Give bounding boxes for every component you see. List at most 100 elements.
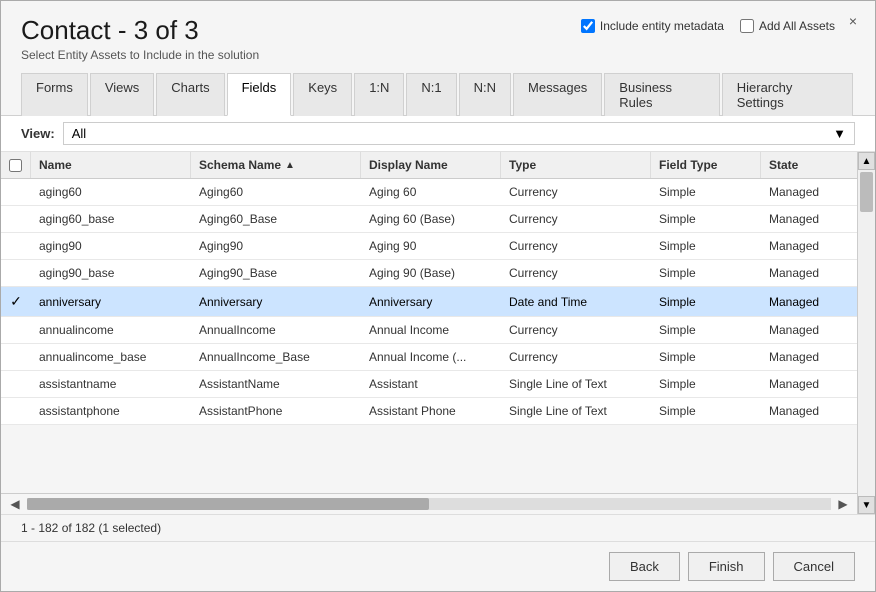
- select-all-checkbox[interactable]: [9, 159, 22, 172]
- row-schema-name: Aging90: [191, 233, 361, 259]
- tab-fields[interactable]: Fields: [227, 73, 292, 116]
- finish-button[interactable]: Finish: [688, 552, 765, 581]
- row-type: Currency: [501, 317, 651, 343]
- tab-hierarchy-settings[interactable]: Hierarchy Settings: [722, 73, 853, 116]
- row-check: [1, 233, 31, 259]
- table-row[interactable]: assistantname AssistantName Assistant Si…: [1, 371, 857, 398]
- row-field-type: Simple: [651, 371, 761, 397]
- status-bar: 1 - 182 of 182 (1 selected): [1, 514, 875, 541]
- table-row[interactable]: assistantphone AssistantPhone Assistant …: [1, 398, 857, 425]
- row-display-name: Annual Income (...: [361, 344, 501, 370]
- table-header: Name Schema Name ▲ Display Name Type Fie…: [1, 152, 857, 179]
- table-row[interactable]: aging90 Aging90 Aging 90 Currency Simple…: [1, 233, 857, 260]
- table-scroll: Name Schema Name ▲ Display Name Type Fie…: [1, 152, 857, 514]
- tab-charts[interactable]: Charts: [156, 73, 224, 116]
- hscrollbar-track[interactable]: [27, 498, 831, 510]
- row-type: Currency: [501, 206, 651, 232]
- row-name: assistantphone: [31, 398, 191, 424]
- tab-messages[interactable]: Messages: [513, 73, 602, 116]
- row-field-type: Simple: [651, 179, 761, 205]
- row-state: Managed: [761, 287, 857, 316]
- scroll-down-button[interactable]: ▼: [858, 496, 875, 514]
- cancel-button[interactable]: Cancel: [773, 552, 855, 581]
- checkmark-icon: ✓: [10, 293, 22, 310]
- header-check: [1, 152, 31, 178]
- table-body: aging60 Aging60 Aging 60 Currency Simple…: [1, 179, 857, 493]
- view-bar: View: All ▼: [1, 116, 875, 152]
- vertical-scrollbar[interactable]: ▲ ▼: [857, 152, 875, 514]
- tab-1n[interactable]: 1:N: [354, 73, 404, 116]
- table-row[interactable]: annualincome_base AnnualIncome_Base Annu…: [1, 344, 857, 371]
- tab-views[interactable]: Views: [90, 73, 154, 116]
- row-display-name: Aging 90: [361, 233, 501, 259]
- row-schema-name: AssistantName: [191, 371, 361, 397]
- dialog: × Contact - 3 of 3 Select Entity Assets …: [0, 0, 876, 592]
- tab-n1[interactable]: N:1: [406, 73, 456, 116]
- row-check: [1, 260, 31, 286]
- tab-business-rules[interactable]: Business Rules: [604, 73, 719, 116]
- table-row[interactable]: annualincome AnnualIncome Annual Income …: [1, 317, 857, 344]
- row-check: [1, 179, 31, 205]
- tabs-bar: Forms Views Charts Fields Keys 1:N N:1 N…: [1, 72, 875, 116]
- header-state: State: [761, 152, 857, 178]
- row-state: Managed: [761, 260, 857, 286]
- scroll-left-button[interactable]: ◀: [5, 496, 25, 512]
- hscrollbar-thumb[interactable]: [27, 498, 429, 510]
- tab-forms[interactable]: Forms: [21, 73, 88, 116]
- row-type: Single Line of Text: [501, 398, 651, 424]
- add-all-assets-checkbox-label[interactable]: Add All Assets: [740, 19, 835, 33]
- row-check: [1, 371, 31, 397]
- row-name: annualincome: [31, 317, 191, 343]
- row-schema-name: Aging60: [191, 179, 361, 205]
- include-metadata-label: Include entity metadata: [600, 19, 724, 33]
- table-row[interactable]: aging60 Aging60 Aging 60 Currency Simple…: [1, 179, 857, 206]
- row-check: [1, 206, 31, 232]
- row-schema-name: AnnualIncome: [191, 317, 361, 343]
- row-state: Managed: [761, 233, 857, 259]
- table-row[interactable]: aging60_base Aging60_Base Aging 60 (Base…: [1, 206, 857, 233]
- header-name: Name: [31, 152, 191, 178]
- row-field-type: Simple: [651, 287, 761, 316]
- row-state: Managed: [761, 398, 857, 424]
- sort-arrow-icon: ▲: [285, 160, 295, 171]
- include-metadata-checkbox[interactable]: [581, 19, 595, 33]
- row-name: assistantname: [31, 371, 191, 397]
- row-schema-name: Aging60_Base: [191, 206, 361, 232]
- back-button[interactable]: Back: [609, 552, 680, 581]
- horizontal-scrollbar[interactable]: ◀ ▶: [1, 493, 857, 514]
- row-display-name: Anniversary: [361, 287, 501, 316]
- row-state: Managed: [761, 179, 857, 205]
- row-state: Managed: [761, 344, 857, 370]
- table-container: Name Schema Name ▲ Display Name Type Fie…: [1, 152, 875, 514]
- row-name: aging90: [31, 233, 191, 259]
- table-row[interactable]: aging90_base Aging90_Base Aging 90 (Base…: [1, 260, 857, 287]
- row-type: Date and Time: [501, 287, 651, 316]
- view-value: All: [72, 126, 86, 141]
- vscrollbar-thumb[interactable]: [860, 172, 873, 212]
- scroll-right-button[interactable]: ▶: [833, 496, 853, 512]
- row-type: Single Line of Text: [501, 371, 651, 397]
- row-display-name: Aging 60 (Base): [361, 206, 501, 232]
- view-label: View:: [21, 126, 55, 141]
- add-all-assets-checkbox[interactable]: [740, 19, 754, 33]
- row-check: [1, 398, 31, 424]
- header-controls: Include entity metadata Add All Assets: [581, 19, 835, 33]
- header-display-name: Display Name: [361, 152, 501, 178]
- close-button[interactable]: ×: [843, 11, 863, 31]
- row-type: Currency: [501, 344, 651, 370]
- row-type: Currency: [501, 233, 651, 259]
- include-metadata-checkbox-label[interactable]: Include entity metadata: [581, 19, 724, 33]
- row-name: annualincome_base: [31, 344, 191, 370]
- tab-keys[interactable]: Keys: [293, 73, 352, 116]
- row-state: Managed: [761, 317, 857, 343]
- tab-nn[interactable]: N:N: [459, 73, 511, 116]
- row-state: Managed: [761, 206, 857, 232]
- view-select[interactable]: All ▼: [63, 122, 855, 145]
- header-schema-name[interactable]: Schema Name ▲: [191, 152, 361, 178]
- row-name: aging60_base: [31, 206, 191, 232]
- row-schema-name: Anniversary: [191, 287, 361, 316]
- table-row-selected[interactable]: ✓ anniversary Anniversary Anniversary Da…: [1, 287, 857, 317]
- scroll-up-button[interactable]: ▲: [858, 152, 875, 170]
- row-display-name: Aging 90 (Base): [361, 260, 501, 286]
- row-type: Currency: [501, 260, 651, 286]
